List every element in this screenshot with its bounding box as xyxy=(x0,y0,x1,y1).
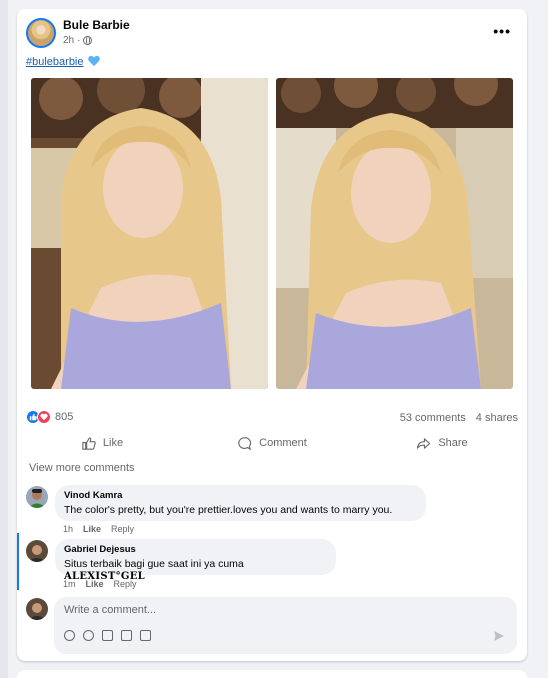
share-button[interactable]: Share xyxy=(357,431,527,455)
comment-time[interactable]: 1m xyxy=(63,579,76,589)
post-stats: 53 comments 4 shares xyxy=(400,412,518,424)
avatar-sticker-icon[interactable] xyxy=(64,630,75,641)
author-name[interactable]: Bule Barbie xyxy=(63,18,130,32)
left-column-edge xyxy=(0,0,8,678)
comment-composer[interactable]: Write a comment... xyxy=(54,597,517,654)
emoji-icon[interactable] xyxy=(83,630,94,641)
post-photo-1[interactable] xyxy=(31,78,268,389)
comment-reply-button[interactable]: Reply xyxy=(111,524,134,534)
like-label: Like xyxy=(102,437,124,449)
reaction-summary[interactable]: 805 xyxy=(26,410,73,424)
camera-icon[interactable] xyxy=(102,630,113,641)
gif-icon[interactable] xyxy=(121,630,132,641)
author-avatar[interactable] xyxy=(26,18,56,48)
composer-tools xyxy=(64,630,151,641)
post-card: Bule Barbie 2h · ••• #bulebarbie 805 53 … xyxy=(17,9,527,661)
comments-count[interactable]: 53 comments xyxy=(400,412,466,424)
reaction-count: 805 xyxy=(55,411,74,423)
thumbs-up-icon xyxy=(82,436,96,450)
current-user-avatar[interactable] xyxy=(26,598,48,620)
comment-like-button[interactable]: Like xyxy=(83,524,101,534)
comment-label: Comment xyxy=(259,437,307,449)
commenter-avatar[interactable] xyxy=(26,486,48,508)
more-options-icon[interactable]: ••• xyxy=(493,23,511,39)
comment-button[interactable]: Comment xyxy=(187,431,357,455)
commenter-avatar-image xyxy=(26,486,48,508)
next-post-card xyxy=(17,670,527,678)
like-button[interactable]: Like xyxy=(17,431,187,455)
photo-1-image xyxy=(31,78,268,389)
sticker-icon[interactable] xyxy=(140,630,151,641)
comment-input[interactable]: Write a comment... xyxy=(64,604,156,616)
post-actions-bar: Like Comment Share xyxy=(17,431,527,455)
post-meta: 2h · xyxy=(63,35,93,46)
comment-meta: 1m Like Reply xyxy=(63,579,137,589)
post-caption: #bulebarbie xyxy=(26,55,100,68)
commenter-name[interactable]: Gabriel Dejesus xyxy=(64,544,327,555)
comment-like-button[interactable]: Like xyxy=(86,579,104,589)
photo-2-image xyxy=(276,78,513,389)
post-time[interactable]: 2h xyxy=(63,35,74,46)
globe-icon xyxy=(83,36,93,45)
comment-meta: 1h Like Reply xyxy=(63,524,134,534)
view-more-comments-link[interactable]: View more comments xyxy=(29,462,135,474)
comment-time[interactable]: 1h xyxy=(63,524,73,534)
hashtag-link[interactable]: #bulebarbie xyxy=(26,56,84,68)
commenter-avatar-image xyxy=(26,540,48,562)
blue-heart-icon xyxy=(88,55,100,67)
thread-indicator xyxy=(17,533,19,590)
commenter-name[interactable]: Vinod Kamra xyxy=(64,490,417,501)
meta-separator: · xyxy=(77,35,81,46)
post-photo-2[interactable] xyxy=(276,78,513,389)
commenter-avatar[interactable] xyxy=(26,540,48,562)
comment-bubble: Gabriel Dejesus Situs terbaik bagi gue s… xyxy=(55,539,336,582)
shares-count[interactable]: 4 shares xyxy=(476,412,518,424)
comment-reply-button[interactable]: Reply xyxy=(114,579,137,589)
comment-bubble-icon xyxy=(238,436,252,450)
share-arrow-icon xyxy=(417,437,431,449)
share-label: Share xyxy=(438,437,468,449)
send-icon[interactable] xyxy=(493,630,505,642)
love-reaction-icon xyxy=(37,410,51,424)
comment-bubble: Vinod Kamra The color's pretty, but you'… xyxy=(55,485,426,521)
comment-text-prefix: Situs terbaik bagi gue saat ini ya cuma xyxy=(64,558,244,570)
comment-text: The color's pretty, but you're prettier.… xyxy=(64,504,393,516)
current-user-avatar-image xyxy=(26,598,48,620)
